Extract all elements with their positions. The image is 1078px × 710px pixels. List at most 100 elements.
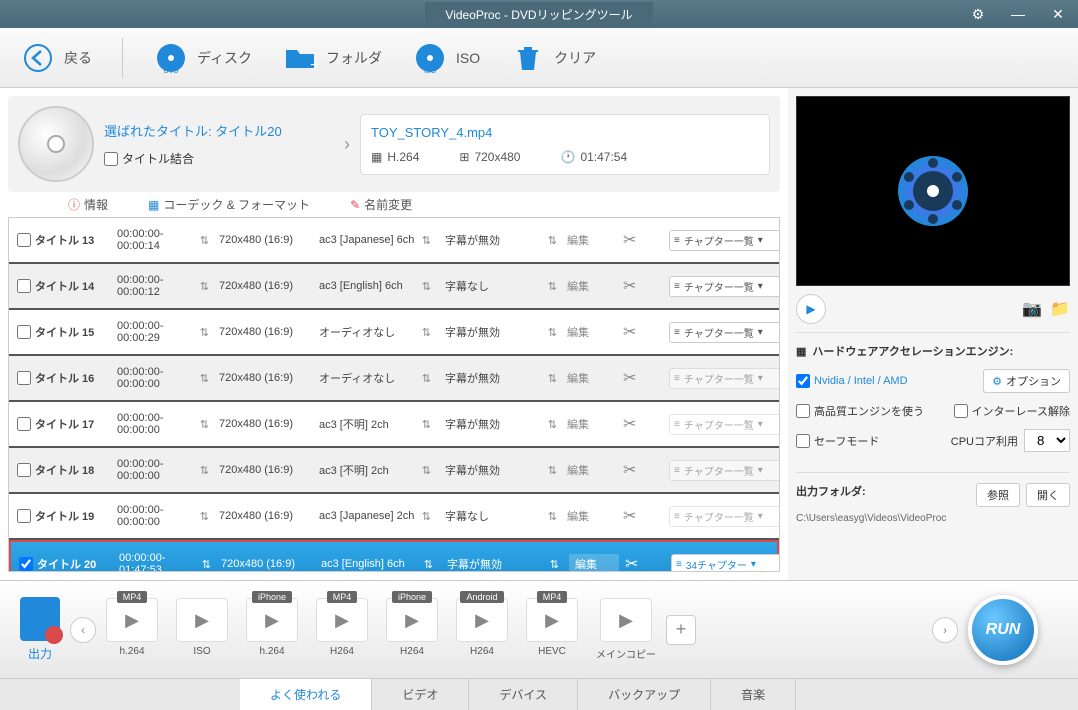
scissors-icon[interactable]: ✂ <box>623 322 663 342</box>
chapter-button[interactable]: ≡チャプター一覧▾ <box>669 322 780 343</box>
format-item[interactable]: MP4 ▶ HEVC <box>526 598 578 661</box>
tab-device[interactable]: デバイス <box>469 679 578 710</box>
title-audio[interactable]: ac3 [不明] 2ch⇅ <box>315 462 435 478</box>
chapter-button[interactable]: ≡34チャプター▾ <box>671 554 780 573</box>
scissors-icon[interactable]: ✂ <box>625 554 665 572</box>
format-item[interactable]: ▶ ISO <box>176 598 228 661</box>
title-row[interactable]: タイトル 18 00:00:00-00:00:00⇅ 720x480 (16:9… <box>9 448 779 492</box>
edit-button[interactable]: 編集 <box>567 416 617 432</box>
title-row[interactable]: タイトル 13 00:00:00-00:00:14⇅ 720x480 (16:9… <box>9 218 779 262</box>
browse-button[interactable]: 参照 <box>976 483 1020 507</box>
rename-tab[interactable]: ✎名前変更 <box>350 196 412 213</box>
format-item[interactable]: MP4 ▶ h.264 <box>106 598 158 661</box>
tab-music[interactable]: 音楽 <box>711 679 796 710</box>
title-subtitle[interactable]: 字幕なし⇅ <box>441 278 561 294</box>
title-row[interactable]: タイトル 14 00:00:00-00:00:12⇅ 720x480 (16:9… <box>9 264 779 308</box>
title-row[interactable]: タイトル 19 00:00:00-00:00:00⇅ 720x480 (16:9… <box>9 494 779 538</box>
edit-button[interactable]: 編集 <box>567 324 617 340</box>
folder-button[interactable]: + フォルダ <box>282 40 382 76</box>
merge-checkbox[interactable]: タイトル結合 <box>104 150 334 167</box>
cpu-select[interactable]: 8 <box>1024 429 1070 452</box>
format-item[interactable]: iPhone ▶ h.264 <box>246 598 298 661</box>
format-item[interactable]: ▶ メインコピー <box>596 598 656 661</box>
title-row[interactable]: タイトル 17 00:00:00-00:00:00⇅ 720x480 (16:9… <box>9 402 779 446</box>
info-tab[interactable]: ⓘ情報 <box>68 196 108 213</box>
iso-button[interactable]: ISO ISO <box>412 40 480 76</box>
scissors-icon[interactable]: ✂ <box>623 368 663 388</box>
title-time[interactable]: 00:00:00-00:00:14⇅ <box>113 228 213 252</box>
clear-button[interactable]: クリア <box>510 40 596 76</box>
edit-button[interactable]: 編集 <box>567 232 617 248</box>
title-audio[interactable]: オーディオなし⇅ <box>315 324 435 340</box>
title-audio[interactable]: ac3 [English] 6ch⇅ <box>315 280 435 293</box>
format-item[interactable]: iPhone ▶ H264 <box>386 598 438 661</box>
edit-button[interactable]: 編集 <box>567 508 617 524</box>
title-audio[interactable]: ac3 [Japanese] 6ch⇅ <box>315 234 435 247</box>
title-time[interactable]: 00:00:00-01:47:53⇅ <box>115 552 215 572</box>
title-time[interactable]: 00:00:00-00:00:12⇅ <box>113 274 213 298</box>
scissors-icon[interactable]: ✂ <box>623 230 663 250</box>
scissors-icon[interactable]: ✂ <box>623 460 663 480</box>
title-subtitle[interactable]: 字幕なし⇅ <box>441 508 561 524</box>
edit-button[interactable]: 編集 <box>569 554 619 572</box>
title-checkbox[interactable]: タイトル 17 <box>17 416 107 432</box>
title-audio[interactable]: ac3 [English] 6ch⇅ <box>317 558 437 571</box>
title-checkbox[interactable]: タイトル 13 <box>17 232 107 248</box>
scissors-icon[interactable]: ✂ <box>623 506 663 526</box>
title-row[interactable]: タイトル 15 00:00:00-00:00:29⇅ 720x480 (16:9… <box>9 310 779 354</box>
format-next-button[interactable]: › <box>932 617 958 643</box>
title-time[interactable]: 00:00:00-00:00:29⇅ <box>113 320 213 344</box>
codec-tab[interactable]: ▦コーデック & フォーマット <box>148 196 310 213</box>
back-button[interactable]: 戻る <box>20 40 92 76</box>
title-checkbox[interactable]: タイトル 15 <box>17 324 107 340</box>
title-time[interactable]: 00:00:00-00:00:00⇅ <box>113 412 213 436</box>
run-button[interactable]: RUN <box>968 595 1038 665</box>
title-subtitle[interactable]: 字幕が無効⇅ <box>441 416 561 432</box>
edit-button[interactable]: 編集 <box>567 278 617 294</box>
safemode-checkbox[interactable]: セーフモード <box>796 433 879 449</box>
play-button[interactable]: ▶ <box>796 294 826 324</box>
format-item[interactable]: Android ▶ H264 <box>456 598 508 661</box>
title-checkbox[interactable]: タイトル 19 <box>17 508 107 524</box>
folder-open-button[interactable]: 📁 <box>1050 299 1070 319</box>
format-item[interactable]: MP4 ▶ H264 <box>316 598 368 661</box>
title-subtitle[interactable]: 字幕が無効⇅ <box>441 462 561 478</box>
add-format-button[interactable]: + <box>666 615 696 645</box>
title-time[interactable]: 00:00:00-00:00:00⇅ <box>113 366 213 390</box>
settings-button[interactable]: ⚙ <box>958 0 998 28</box>
deinterlace-checkbox[interactable]: インターレース解除 <box>954 403 1070 419</box>
chapter-button[interactable]: ≡チャプター一覧▾ <box>669 230 780 251</box>
title-audio[interactable]: オーディオなし⇅ <box>315 370 435 386</box>
title-subtitle[interactable]: 字幕が無効⇅ <box>441 324 561 340</box>
title-subtitle[interactable]: 字幕が無効⇅ <box>441 370 561 386</box>
format-prev-button[interactable]: ‹ <box>70 617 96 643</box>
title-checkbox[interactable]: タイトル 20 <box>19 556 109 572</box>
tab-backup[interactable]: バックアップ <box>578 679 711 710</box>
close-button[interactable]: ✕ <box>1038 0 1078 28</box>
title-subtitle[interactable]: 字幕が無効⇅ <box>441 232 561 248</box>
title-audio[interactable]: ac3 [不明] 2ch⇅ <box>315 416 435 432</box>
tab-common[interactable]: よく使われる <box>240 679 372 710</box>
edit-button[interactable]: 編集 <box>567 370 617 386</box>
scissors-icon[interactable]: ✂ <box>623 414 663 434</box>
title-audio[interactable]: ac3 [Japanese] 2ch⇅ <box>315 510 435 523</box>
hq-checkbox[interactable]: 高品質エンジンを使う <box>796 403 924 419</box>
hw-option-button[interactable]: ⚙オプション <box>983 369 1070 393</box>
snapshot-button[interactable]: 📷 <box>1022 299 1042 319</box>
minimize-button[interactable]: — <box>998 0 1038 28</box>
open-button[interactable]: 開く <box>1026 483 1070 507</box>
title-subtitle[interactable]: 字幕が無効⇅ <box>443 556 563 572</box>
gpu-checkbox[interactable]: Nvidia / Intel / AMD <box>796 374 908 388</box>
scissors-icon[interactable]: ✂ <box>623 276 663 296</box>
edit-button[interactable]: 編集 <box>567 462 617 478</box>
title-checkbox[interactable]: タイトル 16 <box>17 370 107 386</box>
title-time[interactable]: 00:00:00-00:00:00⇅ <box>113 504 213 528</box>
tab-video[interactable]: ビデオ <box>372 679 469 710</box>
title-row[interactable]: タイトル 16 00:00:00-00:00:00⇅ 720x480 (16:9… <box>9 356 779 400</box>
title-row[interactable]: タイトル 20 00:00:00-01:47:53⇅ 720x480 (16:9… <box>9 540 779 572</box>
title-checkbox[interactable]: タイトル 18 <box>17 462 107 478</box>
title-checkbox[interactable]: タイトル 14 <box>17 278 107 294</box>
title-time[interactable]: 00:00:00-00:00:00⇅ <box>113 458 213 482</box>
disc-button[interactable]: DVD ディスク <box>153 40 252 76</box>
chapter-button[interactable]: ≡チャプター一覧▾ <box>669 276 780 297</box>
